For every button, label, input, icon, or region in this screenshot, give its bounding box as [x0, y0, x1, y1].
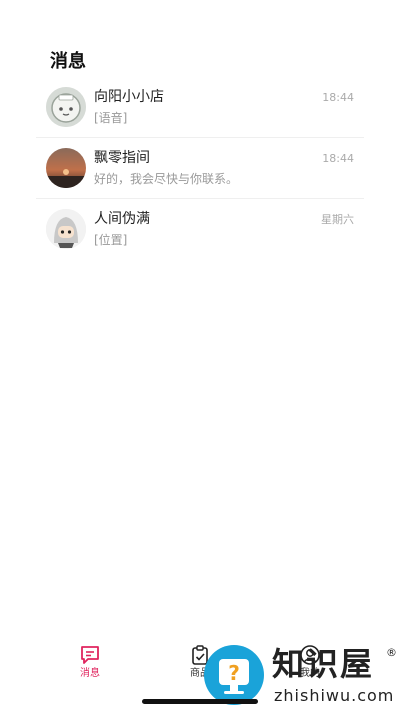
conversation-time: 18:44 [322, 152, 354, 165]
page-title: 消息 [50, 51, 86, 72]
question-badge-icon: ? [204, 645, 264, 705]
svg-text:?: ? [228, 661, 240, 685]
conversation-item[interactable]: 飘零指间 好的，我会尽快与你联系。 18:44 [36, 138, 364, 199]
helmet-character-avatar-icon [46, 209, 86, 249]
conversation-item[interactable]: 人间伪满 [位置] 星期六 [36, 199, 364, 259]
conversation-time: 18:44 [322, 91, 354, 104]
avatar [46, 87, 86, 127]
tab-messages[interactable]: 消息 [60, 644, 120, 684]
conversation-item[interactable]: 向阳小小店 [语音] 18:44 [36, 77, 364, 138]
watermark-url: zhishiwu.com [274, 686, 395, 705]
conversation-time: 星期六 [321, 213, 354, 226]
conversation-name: 向阳小小店 [94, 89, 164, 105]
conversation-name: 人间伪满 [94, 211, 150, 227]
sunset-photo-avatar-icon [46, 148, 86, 188]
watermark-title: 知识屋 [272, 645, 375, 683]
avatar [46, 148, 86, 188]
avatar [46, 209, 86, 249]
registered-mark: ® [386, 646, 397, 659]
chat-icon [81, 646, 99, 664]
ghost-sticker-avatar-icon [46, 87, 86, 127]
home-indicator [142, 699, 258, 704]
conversation-list: 向阳小小店 [语音] 18:44 飘零指间 好的，我会尽快与你联系。 18:44 [0, 77, 400, 259]
tab-label: 消息 [80, 668, 100, 679]
conversation-preview: [语音] [94, 111, 128, 125]
conversation-name: 飘零指间 [94, 150, 150, 166]
conversation-preview: 好的，我会尽快与你联系。 [94, 172, 239, 186]
conversation-preview: [位置] [94, 233, 128, 247]
